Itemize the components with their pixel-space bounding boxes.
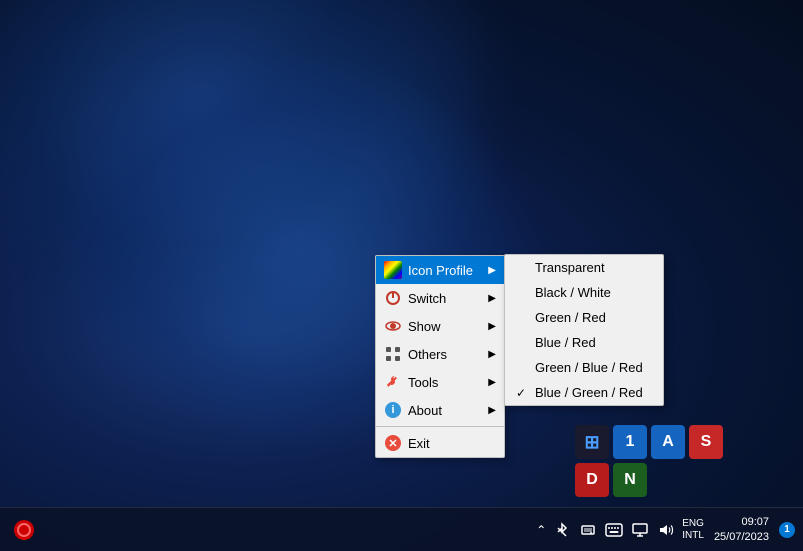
menu-item-switch-label: Switch (408, 291, 482, 306)
menu-item-about-label: About (408, 403, 482, 418)
taskbar: ⌃ (0, 507, 803, 551)
language-indicator[interactable]: ENG INTL (682, 518, 704, 542)
tray-app-2[interactable]: 1 (613, 425, 647, 459)
submenu-arrow-others: ▶ (488, 349, 496, 360)
context-menu: Icon Profile ▶ Transparent Black / White… (375, 255, 505, 458)
info-icon: i (384, 401, 402, 419)
submenu-green-red-label: Green / Red (535, 310, 606, 325)
menu-item-others[interactable]: Others ▶ (376, 340, 504, 368)
tray-apps-row-2: D N (575, 463, 723, 497)
submenu-green-blue-red[interactable]: Green / Blue / Red (505, 355, 663, 380)
submenu-black-white[interactable]: Black / White (505, 280, 663, 305)
language-layout: INTL (682, 530, 704, 542)
keyboard-tray-icon[interactable] (604, 520, 624, 540)
eye-icon (384, 317, 402, 335)
submenu-arrow-about: ▶ (488, 405, 496, 416)
submenu-green-blue-red-label: Green / Blue / Red (535, 360, 643, 375)
device-tray-icon[interactable] (578, 520, 598, 540)
sound-tray-icon[interactable] (656, 520, 676, 540)
submenu-arrow-switch: ▶ (488, 293, 496, 304)
notification-badge[interactable]: 1 (779, 522, 795, 538)
submenu-blue-green-red[interactable]: ✓ Blue / Green / Red (505, 380, 663, 405)
taskbar-clock[interactable]: 09:07 25/07/2023 (710, 515, 773, 544)
menu-item-others-label: Others (408, 347, 482, 362)
bluetooth-tray-icon[interactable] (552, 520, 572, 540)
menu-item-icon-profile[interactable]: Icon Profile ▶ Transparent Black / White… (376, 256, 504, 284)
submenu-blue-red-label: Blue / Red (535, 335, 596, 350)
submenu-arrow-tools: ▶ (488, 377, 496, 388)
taskbar-left (0, 514, 40, 546)
tray-app-6[interactable]: N (613, 463, 647, 497)
tray-apps-row-1: ⊞ 1 A S (575, 425, 723, 459)
tray-app-5[interactable]: D (575, 463, 609, 497)
power-icon (384, 289, 402, 307)
menu-item-exit[interactable]: ✕ Exit (376, 429, 504, 457)
exit-icon: ✕ (384, 434, 402, 452)
clock-date: 25/07/2023 (714, 530, 769, 544)
menu-item-tools-label: Tools (408, 375, 482, 390)
wrench-icon (384, 373, 402, 391)
rainbow-icon (384, 261, 402, 279)
submenu-blue-red[interactable]: Blue / Red (505, 330, 663, 355)
tray-app-icons: ⊞ 1 A S D N (575, 425, 723, 497)
menu-item-icon-profile-label: Icon Profile (408, 263, 482, 278)
grid-icon (384, 345, 402, 363)
submenu-transparent[interactable]: Transparent (505, 255, 663, 280)
submenu-arrow-icon-profile: ▶ (488, 265, 496, 276)
menu-item-about[interactable]: i About ▶ (376, 396, 504, 424)
menu-item-show[interactable]: Show ▶ (376, 312, 504, 340)
submenu-blue-green-red-label: Blue / Green / Red (535, 385, 643, 400)
submenu-arrow-show: ▶ (488, 321, 496, 332)
submenu-icon-profile: Transparent Black / White Green / Red Bl… (504, 254, 664, 406)
tray-app-1[interactable]: ⊞ (575, 425, 609, 459)
menu-item-switch[interactable]: Switch ▶ (376, 284, 504, 312)
check-blue-green-red: ✓ (513, 386, 529, 400)
submenu-green-red[interactable]: Green / Red (505, 305, 663, 330)
menu-divider (376, 426, 504, 427)
monitor-tray-icon[interactable] (630, 520, 650, 540)
tray-overflow-button[interactable]: ⌃ (536, 523, 546, 537)
tray-app-3[interactable]: A (651, 425, 685, 459)
start-button[interactable] (8, 514, 40, 546)
menu-item-show-label: Show (408, 319, 482, 334)
menu-item-exit-label: Exit (408, 436, 496, 451)
tray-app-4[interactable]: S (689, 425, 723, 459)
language-name: ENG (682, 518, 704, 530)
submenu-transparent-label: Transparent (535, 260, 605, 275)
submenu-black-white-label: Black / White (535, 285, 611, 300)
taskbar-right: ⌃ (536, 515, 803, 544)
clock-time: 09:07 (741, 515, 769, 529)
menu-item-tools[interactable]: Tools ▶ (376, 368, 504, 396)
